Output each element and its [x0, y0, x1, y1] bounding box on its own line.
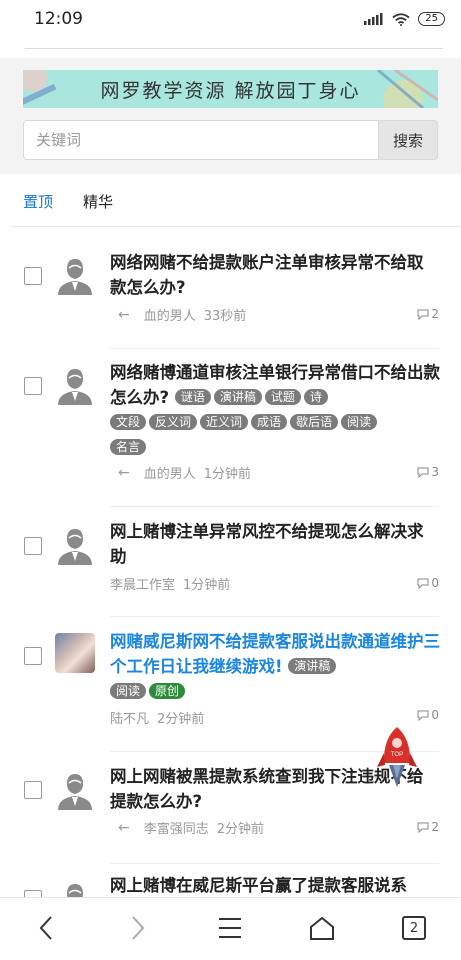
status-time: 12:09 — [34, 9, 83, 29]
post-author[interactable]: 陆不凡 — [110, 708, 149, 727]
post-checkbox[interactable] — [24, 890, 42, 897]
post-meta: 李晨工作室 1分钟前 — [110, 574, 230, 593]
reply-arrow-icon: ← — [118, 464, 130, 481]
default-avatar-icon — [58, 259, 92, 295]
tab-count-icon: 2 — [402, 916, 426, 940]
post-time: 33秒前 — [203, 309, 247, 324]
wifi-icon — [392, 12, 410, 26]
battery-icon: 25 — [418, 12, 445, 26]
default-avatar-icon — [67, 884, 83, 897]
post-title[interactable]: 网上赌博在威尼斯平台赢了提款客服说系 — [110, 873, 450, 897]
comment-count: 2 — [417, 307, 439, 321]
status-bar: 12:09 25 — [0, 0, 461, 38]
post-item[interactable]: 网上赌博注单异常风控不给提现怎么解决求助 李晨工作室 1分钟前 0 — [0, 507, 461, 617]
comment-icon — [417, 309, 429, 320]
post-meta: ← 李富强同志 2分钟前 — [110, 818, 265, 838]
post-author[interactable]: 血的男人 — [144, 305, 196, 324]
comment-count: 2 — [417, 820, 439, 834]
forward-button[interactable] — [118, 912, 158, 944]
default-avatar-icon — [58, 529, 92, 565]
post-checkbox[interactable] — [24, 781, 42, 799]
user-avatar[interactable] — [55, 633, 95, 673]
post-tag[interactable]: 名言 — [110, 439, 147, 455]
tab-bar: 置顶 精华 — [0, 174, 461, 228]
post-tag[interactable]: 诗 — [303, 389, 328, 405]
back-to-top-button[interactable]: TOP — [377, 725, 417, 793]
back-to-top-label: TOP — [391, 752, 403, 758]
home-icon — [310, 916, 334, 940]
search-input[interactable] — [23, 120, 379, 160]
post-time: 1分钟前 — [183, 578, 231, 593]
comment-icon — [417, 710, 429, 721]
post-tag[interactable]: 试题 — [264, 389, 301, 405]
default-avatar-icon — [58, 774, 92, 810]
post-meta: 陆不凡 2分钟前 — [110, 708, 204, 727]
tab-count: 2 — [409, 920, 419, 936]
post-title[interactable]: 网络赌博通道审核注单银行异常借口不给出款怎么办? 谜语 演讲稿 试题诗 文段 反义词近… — [110, 360, 450, 460]
chevron-right-icon — [132, 916, 145, 940]
post-tag[interactable]: 阅读 — [341, 414, 378, 430]
banner-text: 网罗教学资源 解放园丁身心 — [100, 79, 361, 102]
post-tag[interactable]: 谜语 — [174, 389, 211, 405]
post-tag[interactable]: 阅读 — [110, 683, 147, 699]
reply-arrow-icon: ← — [118, 819, 130, 836]
post-tag[interactable]: 成语 — [251, 414, 288, 430]
post-author[interactable]: 李晨工作室 — [110, 574, 175, 593]
original-badge[interactable]: 原创 — [149, 683, 186, 699]
post-tag[interactable]: 近义词 — [200, 414, 249, 430]
page-top-strip — [0, 38, 461, 58]
post-title[interactable]: 网络网赌不给提款账户注单审核异常不给取款怎么办? — [110, 250, 435, 300]
post-tag[interactable]: 文段 — [110, 414, 147, 430]
comment-count-value: 0 — [431, 576, 439, 590]
menu-button[interactable] — [210, 912, 250, 944]
post-title[interactable]: 网赌威尼斯网不给提款客服说出款通道维护三个工作日让我继续游戏! 演讲稿 阅读 原创 — [110, 629, 445, 704]
post-tag[interactable]: 反义词 — [149, 414, 198, 430]
default-avatar-icon — [58, 369, 92, 405]
post-time: 2分钟前 — [157, 712, 205, 727]
post-author[interactable]: 李富强同志 — [144, 818, 209, 837]
post-time: 1分钟前 — [203, 467, 252, 482]
top-divider — [25, 48, 443, 49]
comment-icon — [417, 578, 429, 589]
post-tag[interactable]: 演讲稿 — [288, 658, 337, 674]
home-button[interactable] — [302, 912, 342, 944]
chevron-left-icon — [39, 916, 52, 940]
comment-count-value: 0 — [431, 708, 439, 722]
post-checkbox[interactable] — [24, 377, 42, 395]
post-item[interactable]: 网上赌博在威尼斯平台赢了提款客服说系 — [0, 864, 461, 897]
post-checkbox[interactable] — [24, 537, 42, 555]
post-checkbox[interactable] — [24, 267, 42, 285]
back-button[interactable] — [26, 912, 66, 944]
post-item[interactable]: 网络网赌不给提款账户注单审核异常不给取款怎么办? ← 血的男人 33秒前 2 — [0, 227, 461, 349]
post-author[interactable]: 血的男人 — [144, 463, 196, 482]
status-icons: 25 — [364, 12, 445, 26]
comment-icon — [417, 822, 429, 833]
comment-icon — [417, 467, 429, 478]
post-meta: ← 血的男人 33秒前 — [110, 305, 247, 325]
comment-count: 3 — [417, 465, 439, 479]
post-meta: ← 血的男人 1分钟前 — [110, 463, 252, 483]
reply-arrow-icon: ← — [118, 306, 130, 323]
post-feed: 网络网赌不给提款账户注单审核异常不给取款怎么办? ← 血的男人 33秒前 2 网… — [0, 227, 461, 897]
tab-pinned[interactable]: 置顶 — [23, 191, 53, 212]
tabs-button[interactable]: 2 — [394, 912, 434, 944]
post-title[interactable]: 网上赌博注单异常风控不给提现怎么解决求助 — [110, 519, 435, 569]
browser-bottom-nav: 2 — [0, 897, 461, 960]
post-title-text[interactable]: 网赌威尼斯网不给提款客服说出款通道维护三个工作日让我继续游戏! — [110, 632, 440, 676]
tab-featured[interactable]: 精华 — [83, 191, 113, 212]
comment-count: 0 — [417, 576, 439, 590]
post-tag[interactable]: 歇后语 — [290, 414, 339, 430]
comment-count-value: 3 — [431, 465, 439, 479]
search-button[interactable]: 搜索 — [378, 120, 438, 160]
post-time: 2分钟前 — [216, 822, 265, 837]
menu-icon — [219, 918, 241, 938]
comment-count-value: 2 — [431, 307, 439, 321]
comment-count-value: 2 — [431, 820, 439, 834]
post-tag[interactable]: 演讲稿 — [213, 389, 262, 405]
post-checkbox[interactable] — [24, 647, 42, 665]
post-item[interactable]: 网络赌博通道审核注单银行异常借口不给出款怎么办? 谜语 演讲稿 试题诗 文段 反义词近… — [0, 349, 461, 507]
banner[interactable]: 网罗教学资源 解放园丁身心 — [23, 70, 438, 108]
comment-count: 0 — [417, 708, 439, 722]
signal-icon — [364, 13, 383, 25]
